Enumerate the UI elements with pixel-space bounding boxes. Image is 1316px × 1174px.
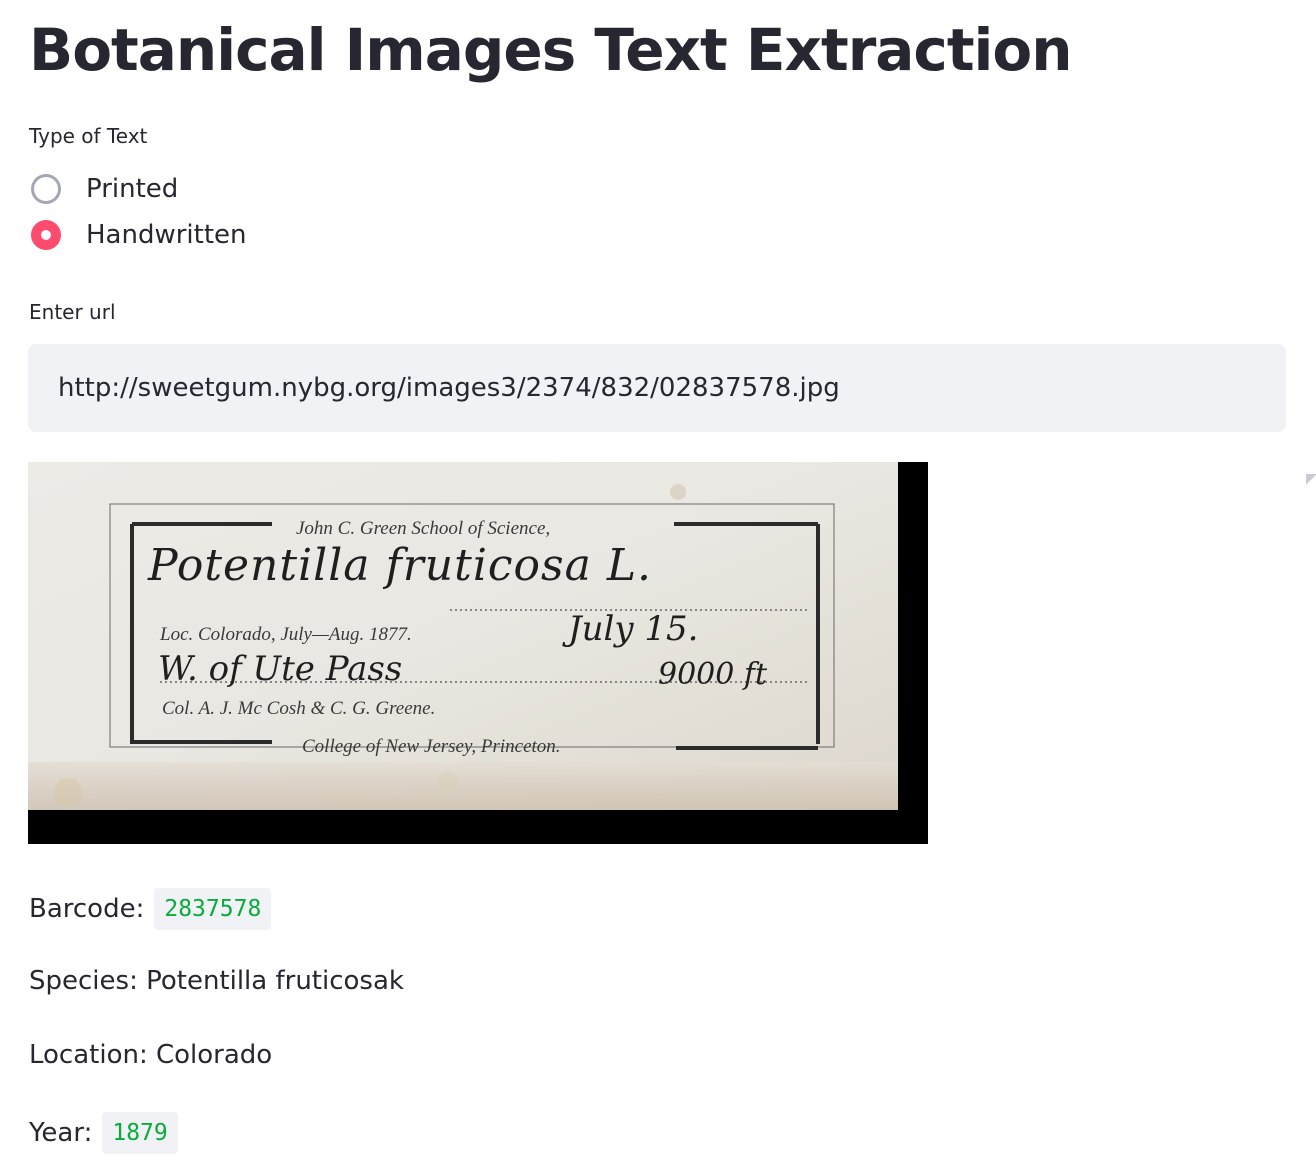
fullscreen-icon[interactable] — [1306, 474, 1316, 486]
location-result: Location: Colorado — [29, 1040, 273, 1070]
year-result: Year: 1879 — [29, 1112, 178, 1154]
specimen-image: John C. Green School of Science, Potenti… — [28, 462, 928, 844]
specimen-label-picture: John C. Green School of Science, Potenti… — [28, 462, 928, 844]
radio-option-handwritten[interactable]: Handwritten — [31, 217, 247, 253]
label-header-text: John C. Green School of Science, — [296, 518, 550, 539]
radio-checked-icon[interactable] — [31, 220, 61, 250]
label-collector-text: Col. A. J. Mc Cosh & C. G. Greene. — [162, 698, 435, 719]
handwritten-date-text: July 15. — [562, 609, 699, 649]
radio-option-printed[interactable]: Printed — [31, 171, 178, 207]
url-input[interactable] — [28, 344, 1286, 432]
year-label: Year: — [29, 1118, 93, 1148]
text-type-label: Type of Text — [29, 124, 148, 148]
barcode-value: 2837578 — [154, 888, 272, 930]
year-value: 1879 — [102, 1112, 178, 1154]
handwritten-elevation-text: 9000 ft — [658, 657, 768, 692]
radio-label-handwritten: Handwritten — [86, 220, 247, 250]
handwritten-species-text: Potentilla fruticosa L. — [147, 540, 652, 591]
radio-unchecked-icon[interactable] — [31, 174, 61, 204]
handwritten-place-text: W. of Ute Pass — [158, 649, 402, 689]
label-location-text: Loc. Colorado, July—Aug. 1877. — [159, 624, 412, 645]
species-result: Species: Potentilla fruticosak — [29, 966, 404, 996]
label-footer-text: College of New Jersey, Princeton. — [302, 736, 561, 757]
page-title: Botanical Images Text Extraction — [29, 16, 1073, 84]
url-label: Enter url — [29, 300, 116, 324]
barcode-result: Barcode: 2837578 — [29, 888, 272, 930]
barcode-label: Barcode: — [29, 894, 145, 924]
radio-label-printed: Printed — [86, 174, 179, 204]
